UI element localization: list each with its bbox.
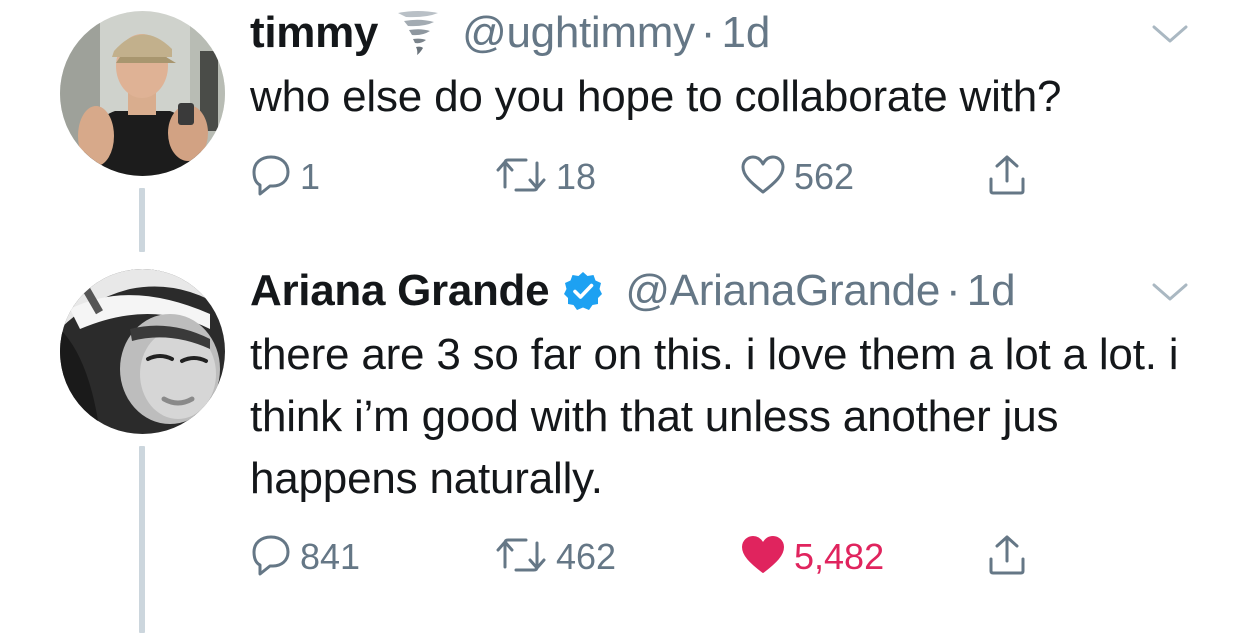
- retweet-count: 462: [556, 536, 617, 577]
- tweet-header: Ariana Grande @ArianaGrande · 1d: [250, 266, 1016, 316]
- like-button[interactable]: 562: [740, 152, 854, 202]
- timestamp[interactable]: 1d: [721, 8, 770, 58]
- share-button[interactable]: [985, 532, 1029, 582]
- timestamp[interactable]: 1d: [967, 266, 1016, 316]
- reply-count: 1: [300, 156, 321, 197]
- retweet-icon: [494, 155, 548, 200]
- heart-filled-icon: [740, 534, 786, 581]
- tweet-text: who else do you hope to collaborate with…: [250, 72, 1062, 121]
- like-button[interactable]: 5,482: [740, 532, 884, 582]
- tweet-header: timmy @ughtimmy · 1d: [250, 8, 770, 58]
- user-handle[interactable]: @ArianaGrande: [625, 266, 940, 316]
- share-icon: [985, 533, 1029, 582]
- chevron-down-icon[interactable]: [1152, 282, 1188, 302]
- chevron-down-icon[interactable]: [1152, 24, 1188, 44]
- avatar[interactable]: [60, 269, 225, 434]
- retweet-button[interactable]: 462: [494, 532, 616, 582]
- thread-connector-line: [139, 188, 145, 252]
- reply-icon: [250, 153, 292, 202]
- share-icon: [985, 153, 1029, 202]
- avatar[interactable]: [60, 11, 225, 176]
- like-count: 562: [794, 156, 855, 197]
- share-button[interactable]: [985, 152, 1029, 202]
- heart-icon: [740, 154, 786, 201]
- separator-dot: ·: [700, 8, 716, 57]
- reply-button[interactable]: 841: [250, 532, 360, 582]
- verified-badge-icon: [563, 271, 603, 311]
- separator-dot: ·: [946, 266, 961, 315]
- tweet-actions: 841 462 5,482: [250, 532, 1070, 582]
- reply-count: 841: [300, 536, 361, 577]
- like-count: 5,482: [794, 536, 885, 577]
- thread-connector-line: [139, 446, 145, 633]
- display-name[interactable]: Ariana Grande: [250, 266, 550, 316]
- display-name[interactable]: timmy: [250, 8, 378, 58]
- tornado-icon: [396, 9, 440, 57]
- conversation-thread: timmy @ughtimmy · 1d who else do you hop…: [0, 0, 1242, 633]
- reply-icon: [250, 533, 292, 582]
- retweet-icon: [494, 535, 548, 580]
- reply-button[interactable]: 1: [250, 152, 320, 202]
- tweet-actions: 1 18 562: [250, 152, 1070, 202]
- retweet-button[interactable]: 18: [494, 152, 596, 202]
- tweet-text: there are 3 so far on this. i love them …: [250, 330, 1179, 503]
- retweet-count: 18: [556, 156, 597, 197]
- user-handle[interactable]: @ughtimmy: [462, 8, 695, 58]
